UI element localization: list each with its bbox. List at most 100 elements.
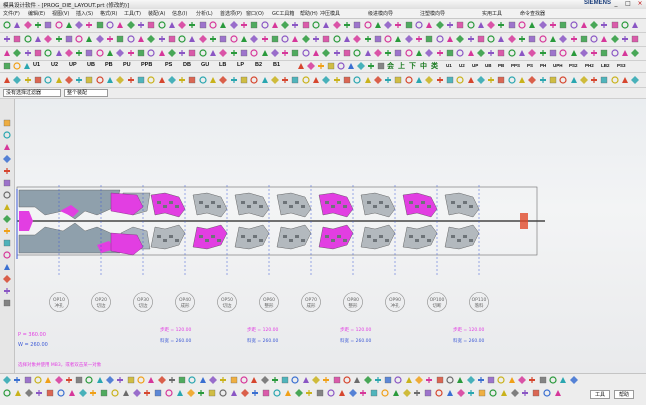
bottom-tool-icon[interactable]: [262, 389, 270, 397]
die-tool-icon[interactable]: [34, 76, 42, 84]
die-tool-icon[interactable]: [600, 76, 608, 84]
die-tool-icon[interactable]: [611, 76, 619, 84]
feature-tool-icon[interactable]: [116, 35, 124, 43]
module-tool-icon[interactable]: [23, 62, 31, 70]
standard-tool-icon[interactable]: [559, 21, 567, 29]
bottom-tool-icon[interactable]: [54, 376, 63, 384]
die-tool-icon[interactable]: [394, 76, 402, 84]
bottom-tool-icon[interactable]: [24, 376, 32, 384]
die-tool-icon[interactable]: [281, 76, 289, 84]
die-tool-icon[interactable]: [353, 76, 361, 84]
standard-tool-icon[interactable]: [209, 21, 217, 29]
edit-tool-icon[interactable]: [106, 49, 114, 57]
die-tool-icon[interactable]: [476, 76, 485, 84]
feature-tool-icon[interactable]: [209, 35, 217, 43]
feature-tool-icon[interactable]: [291, 35, 299, 43]
die-tool-icon[interactable]: [467, 76, 475, 84]
bottom-tool-icon[interactable]: [96, 376, 104, 384]
bottom-tool-icon[interactable]: [147, 376, 155, 384]
standard-tool-icon[interactable]: [528, 21, 536, 29]
bottom-tool-icon[interactable]: [467, 389, 475, 397]
standard-tool-icon[interactable]: [106, 21, 114, 29]
feature-tool-icon[interactable]: [435, 35, 444, 43]
module-button-7[interactable]: PS: [165, 62, 172, 71]
standard-tool-icon[interactable]: [168, 21, 176, 29]
standard-tool-icon[interactable]: [549, 21, 557, 29]
resource-bar-icon[interactable]: [3, 227, 11, 235]
resource-bar-icon[interactable]: [3, 251, 11, 259]
edit-tool-icon[interactable]: [528, 49, 537, 57]
bottom-tool-icon[interactable]: [456, 389, 465, 397]
standard-tool-icon[interactable]: [312, 21, 320, 29]
die-tool-icon[interactable]: [230, 76, 238, 84]
bottom-tool-icon[interactable]: [75, 376, 83, 384]
edit-tool-icon[interactable]: [64, 49, 73, 57]
resource-bar-icon[interactable]: [3, 179, 11, 187]
formed-part-lower[interactable]: [318, 224, 354, 250]
edit-tool-icon[interactable]: [590, 49, 598, 57]
feature-tool-icon[interactable]: [198, 35, 207, 43]
bottom-tool-icon[interactable]: [446, 389, 454, 397]
module-tool-icon[interactable]: [377, 62, 385, 70]
feature-tool-icon[interactable]: [301, 35, 310, 43]
menu-item-15[interactable]: 注塑模向导: [420, 10, 445, 17]
standard-tool-icon[interactable]: [13, 21, 21, 29]
bottom-tool-icon[interactable]: [370, 389, 378, 397]
feature-tool-icon[interactable]: [364, 35, 372, 43]
module-right-button-7[interactable]: PH: [540, 63, 546, 72]
edit-tool-icon[interactable]: [476, 49, 485, 57]
edit-tool-icon[interactable]: [333, 49, 341, 57]
standard-tool-icon[interactable]: [65, 21, 73, 29]
standard-tool-icon[interactable]: [363, 21, 372, 29]
bottom-tool-icon[interactable]: [478, 389, 486, 397]
bottom-tool-icon[interactable]: [34, 376, 42, 384]
module-tool-icon[interactable]: [317, 62, 325, 70]
bottom-tool-icon[interactable]: [143, 389, 151, 397]
die-tool-icon[interactable]: [322, 76, 331, 84]
bottom-tool-icon[interactable]: [24, 389, 33, 397]
bottom-tool-icon[interactable]: [273, 389, 281, 397]
bottom-tool-icon[interactable]: [240, 376, 248, 384]
die-tool-icon[interactable]: [209, 76, 217, 84]
module-tool-icon[interactable]: [367, 62, 375, 70]
die-tool-icon[interactable]: [559, 76, 567, 84]
edit-tool-icon[interactable]: [394, 49, 402, 57]
die-tool-icon[interactable]: [631, 76, 640, 84]
maximize-button[interactable]: □: [622, 0, 634, 8]
bottom-tool-icon[interactable]: [384, 376, 392, 384]
bottom-tool-icon[interactable]: [333, 376, 341, 384]
bottom-tool-icon[interactable]: [3, 376, 11, 384]
module-tool-icon[interactable]: [307, 62, 315, 70]
module-right-button-12[interactable]: PS3: [617, 63, 626, 72]
feature-tool-icon[interactable]: [312, 35, 320, 43]
module-tool-icon[interactable]: [347, 62, 355, 70]
die-tool-icon[interactable]: [570, 76, 578, 84]
die-tool-icon[interactable]: [508, 76, 516, 84]
die-tool-icon[interactable]: [579, 76, 588, 84]
standard-tool-icon[interactable]: [229, 21, 238, 29]
feature-tool-icon[interactable]: [178, 35, 186, 43]
module-right-button-9[interactable]: PS2: [569, 63, 578, 72]
module-right-button-4[interactable]: PB: [498, 63, 504, 72]
bottom-tool-icon[interactable]: [44, 376, 52, 384]
module-button-0[interactable]: U1: [33, 62, 40, 71]
menu-item-8[interactable]: 分析(L): [196, 10, 213, 17]
module-right-button-11[interactable]: LB2: [601, 63, 610, 72]
menu-item-0[interactable]: 文件(F): [3, 10, 20, 17]
standard-tool-icon[interactable]: [405, 21, 413, 29]
feature-tool-icon[interactable]: [590, 35, 598, 43]
formed-part-lower[interactable]: [402, 224, 438, 250]
edit-tool-icon[interactable]: [127, 49, 135, 57]
feature-tool-icon[interactable]: [3, 35, 11, 43]
module-button-12[interactable]: B2: [255, 62, 262, 71]
bottom-tool-icon[interactable]: [281, 376, 289, 384]
bottom-tool-icon[interactable]: [186, 389, 195, 397]
bottom-tool-icon[interactable]: [559, 376, 567, 384]
formed-part-upper[interactable]: [276, 192, 312, 218]
die-tool-icon[interactable]: [446, 76, 454, 84]
bottom-tool-icon[interactable]: [116, 376, 124, 384]
die-tool-icon[interactable]: [24, 76, 32, 84]
bottom-tool-icon[interactable]: [199, 376, 207, 384]
standard-tool-icon[interactable]: [281, 21, 290, 29]
feature-tool-icon[interactable]: [106, 35, 114, 43]
